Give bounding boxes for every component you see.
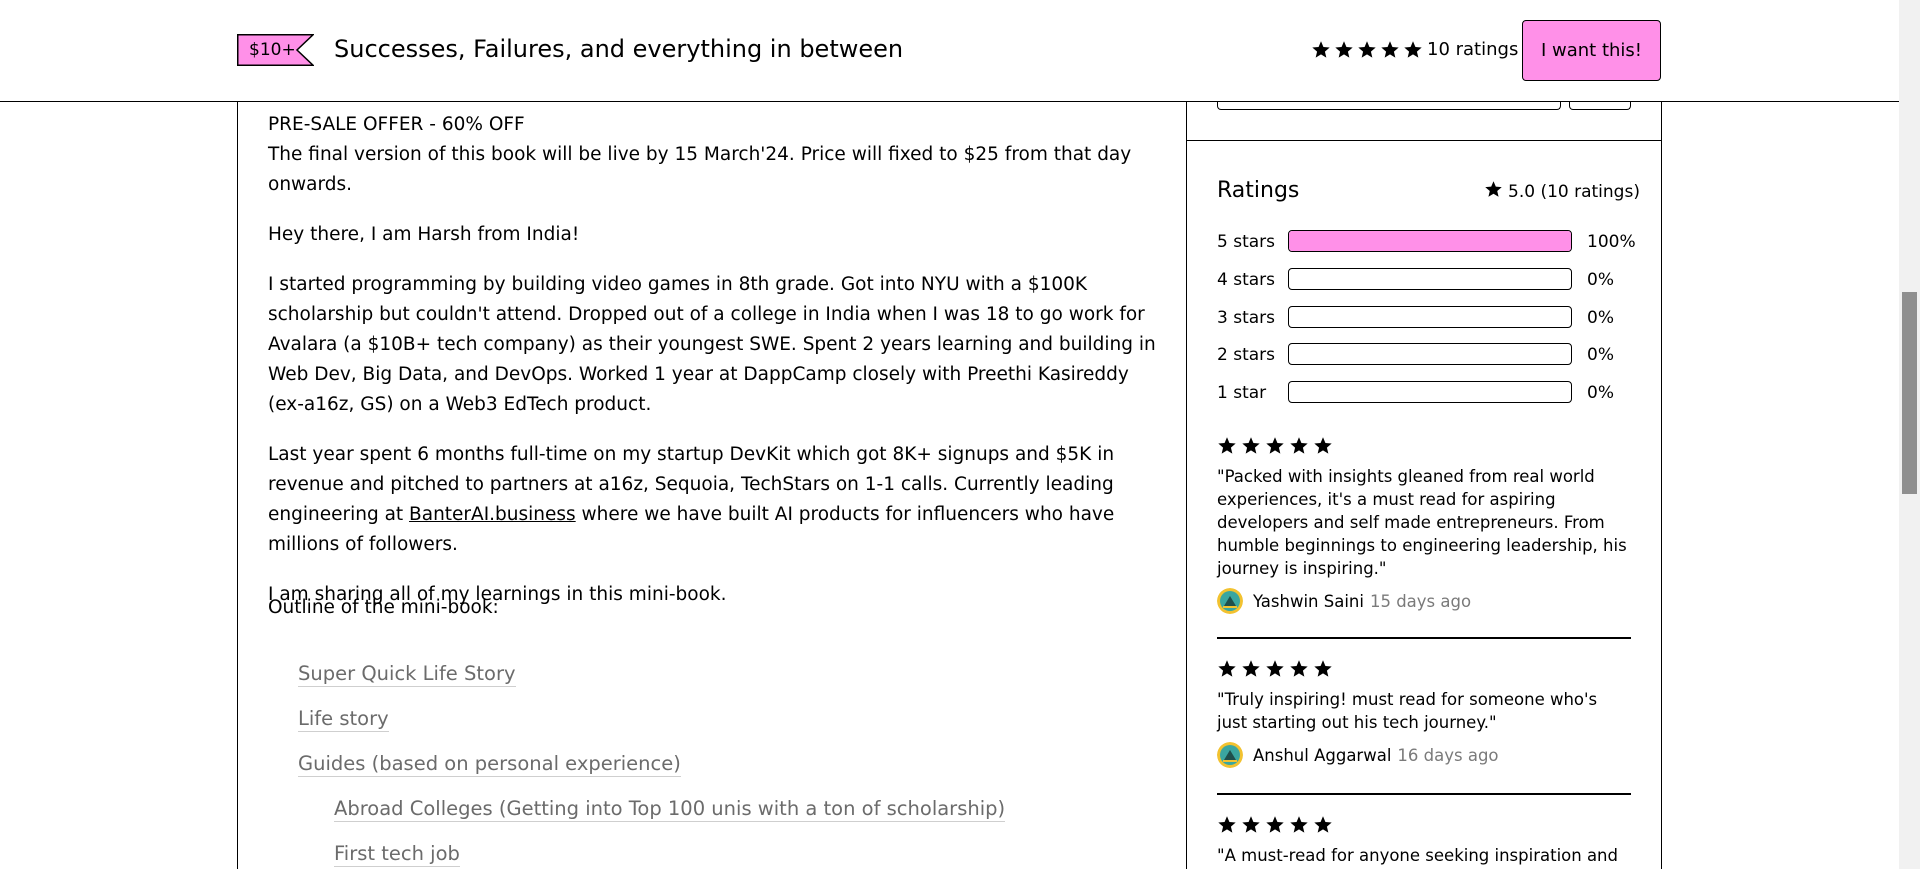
toc-link-first-tech-job[interactable]: First tech job (334, 842, 460, 867)
rating-row-percent: 100% (1587, 232, 1636, 252)
star-icon (1218, 660, 1236, 677)
outline-label: Outline of the mini-book: (268, 597, 499, 618)
review-divider (1217, 637, 1631, 639)
intro-paragraph: Hey there, I am Harsh from India! (268, 224, 580, 245)
review-stars (1217, 659, 1631, 679)
avatar (1217, 742, 1243, 768)
rating-bar (1288, 268, 1572, 290)
product-header: $10+ Successes, Failures, and everything… (0, 0, 1899, 102)
card-border-right (1661, 101, 1662, 869)
price-tag: $10+ (237, 34, 314, 66)
section-divider (1186, 140, 1661, 141)
rating-row-label: 1 star (1217, 383, 1267, 403)
scrollbar-thumb[interactable] (1902, 292, 1917, 494)
offer-text: The final version of this book will be l… (268, 144, 1132, 195)
star-icon (1242, 816, 1260, 833)
review-text: "Truly inspiring! must read for someone … (1217, 690, 1598, 732)
star-icon (1312, 40, 1330, 58)
review-item: "Truly inspiring! must read for someone … (1217, 659, 1631, 768)
star-icon (1485, 181, 1502, 197)
rating-row-label: 4 stars (1217, 270, 1276, 290)
ratings-count: 10 ratings (1427, 39, 1519, 60)
rating-row-percent: 0% (1587, 308, 1614, 328)
review-divider (1217, 793, 1631, 795)
star-icon (1218, 437, 1236, 454)
review-time: 15 days ago (1369, 591, 1472, 611)
rating-row-4: 4 stars 0% (1217, 268, 1631, 292)
star-icon (1242, 437, 1260, 454)
rating-row-label: 5 stars (1217, 232, 1276, 252)
review-time: 16 days ago (1397, 745, 1499, 765)
rating-row-3: 3 stars 0% (1217, 306, 1631, 330)
review-stars (1217, 815, 1631, 835)
background-paragraph: I started programming by building video … (268, 274, 1156, 415)
rating-row-percent: 0% (1587, 383, 1614, 403)
star-icon (1314, 437, 1332, 454)
star-icon (1218, 816, 1236, 833)
current-work-paragraph: Last year spent 6 months full-time on my… (268, 440, 1163, 560)
rating-row-1: 1 star 0% (1217, 381, 1631, 405)
ratings-average: 5.0 (10 ratings) (1484, 180, 1640, 204)
rating-row-percent: 0% (1587, 270, 1614, 290)
rating-bar (1288, 343, 1572, 365)
star-icon (1404, 40, 1422, 58)
toc-link-guides[interactable]: Guides (based on personal experience) (298, 752, 681, 777)
star-icon (1266, 660, 1284, 677)
toc-link-life-story[interactable]: Life story (298, 707, 389, 732)
review-author-name: Yashwin Saini (1253, 591, 1364, 611)
review-text: "A must-read for anyone seeking inspirat… (1217, 846, 1618, 865)
review-author-name: Anshul Aggarwal (1253, 745, 1392, 765)
star-icon (1335, 40, 1353, 58)
card-border-left (237, 101, 238, 869)
rating-row-percent: 0% (1587, 345, 1614, 365)
star-icon (1381, 40, 1399, 58)
rating-bar (1288, 381, 1572, 403)
rating-bar-fill (1289, 231, 1571, 251)
review-item: "A must-read for anyone seeking inspirat… (1217, 815, 1631, 867)
offer-title: PRE-SALE OFFER - 60% OFF (268, 114, 525, 135)
review-item: "Packed with insights gleaned from real … (1217, 436, 1631, 614)
review-author: Anshul Aggarwal 16 days ago (1217, 742, 1631, 768)
rating-bar (1288, 306, 1572, 328)
card-column-divider (1186, 101, 1187, 869)
rating-row-5: 5 stars 100% (1217, 230, 1636, 254)
star-icon (1266, 816, 1284, 833)
star-icon (1314, 816, 1332, 833)
toc-link-super-quick-life-story[interactable]: Super Quick Life Story (298, 662, 516, 687)
review-text: "Packed with insights gleaned from real … (1217, 467, 1627, 578)
rating-bar (1288, 230, 1572, 252)
review-author: Yashwin Saini 15 days ago (1217, 588, 1631, 614)
star-icon (1484, 180, 1503, 204)
star-icon (1290, 437, 1308, 454)
price-label: $10+ (249, 40, 296, 60)
toc-link-abroad-colleges[interactable]: Abroad Colleges (Getting into Top 100 un… (334, 797, 1006, 822)
star-icon (1242, 660, 1260, 677)
avatar (1217, 588, 1243, 614)
star-icon (1266, 437, 1284, 454)
review-stars (1217, 436, 1631, 456)
ratings-title: Ratings (1217, 178, 1300, 203)
product-title: Successes, Failures, and everything in b… (334, 35, 904, 63)
rating-row-2: 2 stars 0% (1217, 343, 1631, 367)
banterai-link[interactable]: BanterAI.business (409, 504, 576, 525)
i-want-this-button[interactable]: I want this! (1522, 20, 1661, 81)
star-icon (1290, 816, 1308, 833)
header-rating-stars (1311, 40, 1423, 60)
header-rating: 10 ratings (1311, 39, 1518, 60)
star-icon (1358, 40, 1376, 58)
star-icon (1290, 660, 1308, 677)
rating-row-label: 3 stars (1217, 308, 1276, 328)
rating-row-label: 2 stars (1217, 345, 1276, 365)
star-icon (1314, 660, 1332, 677)
ratings-average-value: 5.0 (10 ratings) (1508, 182, 1640, 202)
product-description: PRE-SALE OFFER - 60% OFF The final versi… (268, 110, 1163, 630)
